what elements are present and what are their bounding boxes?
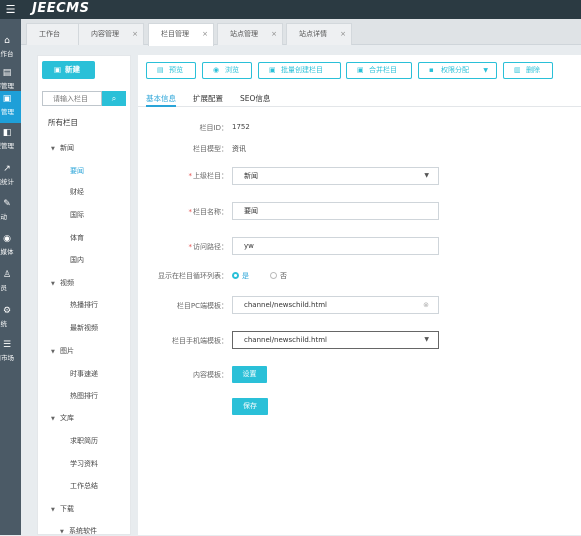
pc-template-select[interactable]: channel/newschild.html ⊗ [232, 296, 439, 314]
tabs-bar: 工作台 内容管理 × 栏目管理 × 站点管理 × 站点详情 × [21, 19, 581, 46]
required-marker: * [188, 243, 193, 251]
nav-item-interaction[interactable]: ✎ 互动 [0, 196, 21, 228]
nav-item-app-market[interactable]: ☰ 应用市场 [0, 337, 21, 369]
search-icon[interactable]: ⌕ [102, 91, 126, 106]
tree-node[interactable]: ▼ 文库 [51, 413, 74, 423]
tree-node[interactable]: 最新视频 [70, 323, 98, 333]
menu-icon[interactable]: ☰ [0, 0, 21, 19]
mobile-template-select[interactable]: channel/newschild.html ▼ [232, 331, 439, 349]
preview-button[interactable]: ▤ 预览 [146, 62, 196, 79]
caret-down-icon: ▼ [51, 416, 55, 422]
chevron-down-icon: ▼ [483, 67, 488, 74]
channel-model-value: 资讯 [232, 145, 246, 153]
tab-site-detail[interactable]: 站点详情 × [286, 23, 352, 45]
parent-channel-select[interactable]: 新闻 ▼ [232, 167, 439, 185]
channel-name-input[interactable]: 要闻 [232, 202, 439, 220]
preview-icon: ▤ [157, 66, 164, 74]
top-bar: ☰ JEECMS [0, 0, 581, 19]
close-icon[interactable]: × [202, 24, 208, 45]
channel-model-label: 栏目模型： [193, 145, 228, 153]
tree-node[interactable]: 热图排行 [70, 391, 98, 401]
main-nav: ⌂ 工作台 ▤ 内容管理 ▣ 栏目管理 ◧ 模型管理 ↗ 数据统计 ✎ 互动 ◉… [0, 19, 21, 535]
stats-icon: ↗ [3, 164, 11, 174]
nav-item-system[interactable]: ⚙ 系统 [0, 303, 21, 335]
channel-id-label: 栏目ID： [199, 124, 228, 132]
tree-search: ⌕ [42, 91, 128, 106]
nav-item-stats[interactable]: ↗ 数据统计 [0, 161, 21, 193]
nav-item-media[interactable]: ◉ 融媒体 [0, 231, 21, 263]
channel-name-label: *栏目名称： [188, 208, 229, 216]
content-icon: ▤ [2, 68, 12, 78]
new-icon: ▣ [54, 65, 62, 74]
tree-node[interactable]: 求职简历 [70, 436, 98, 446]
trash-icon: ▥ [514, 66, 521, 74]
sub-tabs: 基本信息 扩展配置 SEO信息 [138, 91, 581, 107]
channel-id-value: 1752 [232, 123, 250, 131]
caret-down-icon: ▼ [424, 336, 429, 343]
pc-template-label: 栏目PC端模板： [176, 302, 228, 310]
close-icon[interactable]: × [271, 24, 277, 45]
save-button[interactable]: 保存 [232, 398, 268, 415]
tab-basic-info[interactable]: 基本信息 [146, 93, 176, 107]
caret-down-icon: ▼ [60, 529, 64, 535]
caret-down-icon: ▼ [51, 281, 55, 287]
show-yes-radio[interactable]: 是 [232, 271, 249, 281]
permission-button[interactable]: ▪ 权限分配 ▼ [418, 62, 497, 79]
app-market-icon: ☰ [2, 340, 12, 350]
access-path-label: *访问路径： [188, 243, 229, 251]
channel-icon: ▣ [2, 94, 12, 104]
access-path-input[interactable]: yw [232, 237, 439, 255]
close-icon[interactable]: × [132, 24, 138, 45]
nav-item-workbench[interactable]: ⌂ 工作台 [0, 33, 21, 65]
merge-button[interactable]: ▣ 合并栏目 [346, 62, 412, 79]
channel-detail-panel: ▤ 预览 ◉ 浏览 ▣ 批量创建栏目 ▣ 合并栏目 ▪ 权限分配 ▼ ▥ 删除 … [138, 55, 581, 535]
interaction-icon: ✎ [3, 199, 11, 209]
caret-down-icon: ▼ [51, 507, 55, 513]
batch-create-button[interactable]: ▣ 批量创建栏目 [258, 62, 341, 79]
tree-node[interactable]: ▼ 图片 [51, 346, 74, 356]
tree-node[interactable]: 工作总结 [70, 481, 98, 491]
tree-node[interactable]: 财经 [70, 187, 84, 197]
batch-icon: ▣ [269, 66, 276, 74]
lock-icon: ▪ [429, 66, 434, 74]
tab-site[interactable]: 站点管理 × [217, 23, 283, 45]
tree-node[interactable]: 国内 [70, 255, 84, 265]
new-channel-button[interactable]: ▣ 新建 [42, 61, 95, 79]
required-marker: * [188, 208, 193, 216]
parent-channel-label: *上级栏目： [188, 172, 229, 180]
search-input[interactable] [42, 91, 102, 106]
eye-icon: ◉ [213, 66, 220, 74]
show-in-list-label: 显示在栏目循环列表： [158, 272, 228, 280]
tab-extended-config[interactable]: 扩展配置 [193, 93, 223, 104]
nav-item-model[interactable]: ◧ 模型管理 [0, 125, 21, 157]
delete-button[interactable]: ▥ 删除 [503, 62, 553, 79]
brand-logo: JEECMS [32, 1, 90, 16]
show-no-radio[interactable]: 否 [270, 271, 287, 281]
tab-seo-info[interactable]: SEO信息 [240, 93, 270, 104]
content-template-label: 内容模板： [193, 371, 228, 379]
home-icon: ⌂ [4, 36, 10, 46]
tab-content[interactable]: 内容管理 × [78, 23, 144, 45]
tree-node[interactable]: 学习资料 [70, 459, 98, 469]
mobile-template-label: 栏目手机端模板： [172, 337, 228, 345]
browse-button[interactable]: ◉ 浏览 [202, 62, 252, 79]
clear-icon[interactable]: ⊗ [423, 297, 429, 313]
tab-workbench[interactable]: 工作台 [26, 23, 79, 45]
gear-icon: ⚙ [2, 306, 12, 316]
settings-button[interactable]: 设置 [232, 366, 267, 383]
model-icon: ◧ [2, 128, 12, 138]
member-icon: ♙ [2, 270, 12, 280]
caret-down-icon: ▼ [424, 172, 429, 179]
media-icon: ◉ [3, 234, 11, 244]
nav-item-member[interactable]: ♙ 会员 [0, 267, 21, 299]
caret-down-icon: ▼ [51, 349, 55, 355]
tab-channel[interactable]: 栏目管理 × [148, 23, 214, 46]
required-marker: * [188, 172, 193, 180]
merge-icon: ▣ [357, 66, 364, 74]
close-icon[interactable]: × [340, 24, 346, 45]
nav-item-channel[interactable]: ▣ 栏目管理 [0, 91, 21, 123]
tree-node[interactable]: ▼ 下载 [51, 504, 74, 514]
